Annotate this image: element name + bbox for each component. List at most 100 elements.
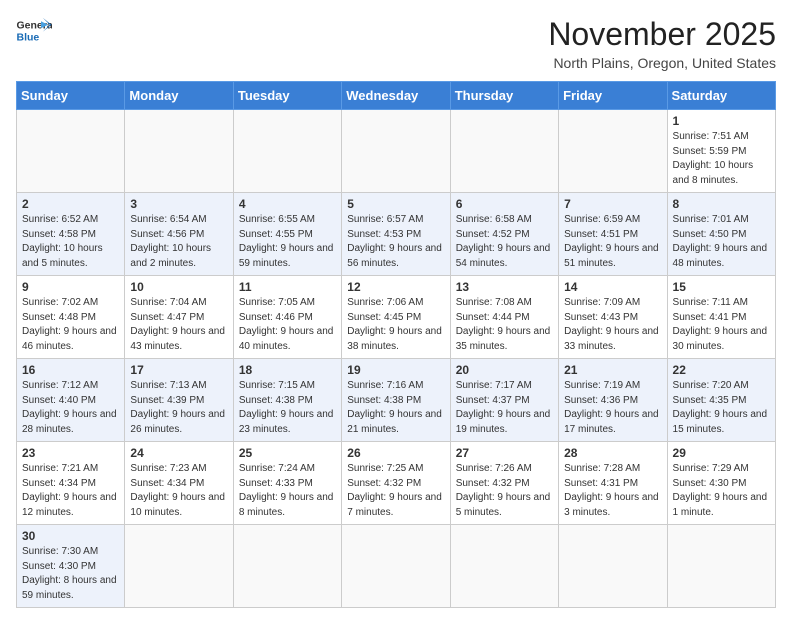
day-info: Sunrise: 7:28 AMSunset: 4:31 PMDaylight:…: [564, 462, 661, 520]
calendar-empty-cell: [559, 525, 667, 608]
calendar-empty-cell: [125, 525, 233, 608]
day-number: 3: [130, 197, 227, 211]
calendar-week-row: 23Sunrise: 7:21 AMSunset: 4:34 PMDayligh…: [17, 442, 776, 525]
day-number: 2: [22, 197, 119, 211]
calendar-day-6: 6 Sunrise: 6:58 AMSunset: 4:52 PMDaylight…: [450, 193, 558, 276]
calendar-day-28: 28 Sunrise: 7:28 AMSunset: 4:31 PMDayligh…: [559, 442, 667, 525]
calendar-day-7: 7 Sunrise: 6:59 AMSunset: 4:51 PMDaylight…: [559, 193, 667, 276]
day-number: 25: [239, 446, 336, 460]
calendar-day-29: 29Sunrise: 7:29 AMSunset: 4:30 PMDayligh…: [667, 442, 775, 525]
day-number: 16: [22, 363, 119, 377]
calendar-day-26: 26 Sunrise: 7:25 AMSunset: 4:32 PMDayligh…: [342, 442, 450, 525]
day-number: 17: [130, 363, 227, 377]
day-number: 5: [347, 197, 444, 211]
calendar-week-row: 2 Sunrise: 6:52 AMSunset: 4:58 PMDaylight…: [17, 193, 776, 276]
day-info: Sunrise: 6:55 AMSunset: 4:55 PMDaylight:…: [239, 213, 336, 271]
calendar-day-8: 8 Sunrise: 7:01 AMSunset: 4:50 PMDaylight…: [667, 193, 775, 276]
day-info: Sunrise: 6:59 AMSunset: 4:51 PMDaylight:…: [564, 213, 661, 271]
weekday-header-wednesday: Wednesday: [342, 82, 450, 110]
calendar-day-11: 11 Sunrise: 7:05 AMSunset: 4:46 PMDayligh…: [233, 276, 341, 359]
calendar-empty-cell: [233, 110, 341, 193]
weekday-header-friday: Friday: [559, 82, 667, 110]
day-info: Sunrise: 6:57 AMSunset: 4:53 PMDaylight:…: [347, 213, 444, 271]
calendar-day-23: 23Sunrise: 7:21 AMSunset: 4:34 PMDayligh…: [17, 442, 125, 525]
day-number: 27: [456, 446, 553, 460]
day-info: Sunrise: 7:17 AMSunset: 4:37 PMDaylight:…: [456, 379, 553, 437]
calendar-day-2: 2 Sunrise: 6:52 AMSunset: 4:58 PMDaylight…: [17, 193, 125, 276]
calendar-day-4: 4 Sunrise: 6:55 AMSunset: 4:55 PMDaylight…: [233, 193, 341, 276]
calendar-day-18: 18 Sunrise: 7:15 AMSunset: 4:38 PMDayligh…: [233, 359, 341, 442]
calendar-empty-cell: [233, 525, 341, 608]
day-number: 4: [239, 197, 336, 211]
calendar-day-16: 16 Sunrise: 7:12 AMSunset: 4:40 PMDayligh…: [17, 359, 125, 442]
day-info: Sunrise: 7:15 AMSunset: 4:38 PMDaylight:…: [239, 379, 336, 437]
day-info: Sunrise: 7:26 AMSunset: 4:32 PMDaylight:…: [456, 462, 553, 520]
day-info: Sunrise: 7:30 AMSunset: 4:30 PMDaylight:…: [22, 545, 119, 603]
calendar-day-14: 14Sunrise: 7:09 AMSunset: 4:43 PMDayligh…: [559, 276, 667, 359]
calendar-empty-cell: [559, 110, 667, 193]
day-number: 19: [347, 363, 444, 377]
calendar-day-21: 21Sunrise: 7:19 AMSunset: 4:36 PMDayligh…: [559, 359, 667, 442]
header: General Blue November 2025 North Plains,…: [16, 16, 776, 71]
day-info: Sunrise: 7:16 AMSunset: 4:38 PMDaylight:…: [347, 379, 444, 437]
weekday-header-saturday: Saturday: [667, 82, 775, 110]
calendar-week-row: 16 Sunrise: 7:12 AMSunset: 4:40 PMDayligh…: [17, 359, 776, 442]
calendar-table: SundayMondayTuesdayWednesdayThursdayFrid…: [16, 81, 776, 608]
day-number: 26: [347, 446, 444, 460]
day-info: Sunrise: 7:19 AMSunset: 4:36 PMDaylight:…: [564, 379, 661, 437]
day-number: 6: [456, 197, 553, 211]
calendar-day-5: 5 Sunrise: 6:57 AMSunset: 4:53 PMDaylight…: [342, 193, 450, 276]
logo: General Blue: [16, 16, 52, 44]
calendar-day-15: 15Sunrise: 7:11 AMSunset: 4:41 PMDayligh…: [667, 276, 775, 359]
location-title: North Plains, Oregon, United States: [548, 55, 776, 71]
calendar-empty-cell: [450, 110, 558, 193]
day-info: Sunrise: 7:09 AMSunset: 4:43 PMDaylight:…: [564, 296, 661, 354]
calendar-empty-cell: [450, 525, 558, 608]
day-number: 18: [239, 363, 336, 377]
calendar-day-25: 25Sunrise: 7:24 AMSunset: 4:33 PMDayligh…: [233, 442, 341, 525]
day-info: Sunrise: 7:23 AMSunset: 4:34 PMDaylight:…: [130, 462, 227, 520]
day-info: Sunrise: 7:20 AMSunset: 4:35 PMDaylight:…: [673, 379, 770, 437]
day-number: 10: [130, 280, 227, 294]
calendar-day-13: 13 Sunrise: 7:08 AMSunset: 4:44 PMDayligh…: [450, 276, 558, 359]
day-info: Sunrise: 7:29 AMSunset: 4:30 PMDaylight:…: [673, 462, 770, 520]
day-info: Sunrise: 7:25 AMSunset: 4:32 PMDaylight:…: [347, 462, 444, 520]
day-info: Sunrise: 7:04 AMSunset: 4:47 PMDaylight:…: [130, 296, 227, 354]
day-number: 1: [673, 114, 770, 128]
day-number: 28: [564, 446, 661, 460]
day-info: Sunrise: 7:12 AMSunset: 4:40 PMDaylight:…: [22, 379, 119, 437]
generalblue-logo-icon: General Blue: [16, 16, 52, 44]
day-number: 9: [22, 280, 119, 294]
day-info: Sunrise: 7:01 AMSunset: 4:50 PMDaylight:…: [673, 213, 770, 271]
day-number: 7: [564, 197, 661, 211]
calendar-week-row: 1Sunrise: 7:51 AMSunset: 5:59 PMDaylight…: [17, 110, 776, 193]
calendar-day-1: 1Sunrise: 7:51 AMSunset: 5:59 PMDaylight…: [667, 110, 775, 193]
calendar-day-19: 19 Sunrise: 7:16 AMSunset: 4:38 PMDayligh…: [342, 359, 450, 442]
day-info: Sunrise: 7:02 AMSunset: 4:48 PMDaylight:…: [22, 296, 119, 354]
day-number: 24: [130, 446, 227, 460]
weekday-header-monday: Monday: [125, 82, 233, 110]
day-number: 20: [456, 363, 553, 377]
weekday-header-thursday: Thursday: [450, 82, 558, 110]
calendar-day-12: 12Sunrise: 7:06 AMSunset: 4:45 PMDayligh…: [342, 276, 450, 359]
day-info: Sunrise: 6:58 AMSunset: 4:52 PMDaylight:…: [456, 213, 553, 271]
calendar-day-17: 17Sunrise: 7:13 AMSunset: 4:39 PMDayligh…: [125, 359, 233, 442]
day-number: 13: [456, 280, 553, 294]
calendar-empty-cell: [125, 110, 233, 193]
day-number: 15: [673, 280, 770, 294]
day-number: 11: [239, 280, 336, 294]
calendar-empty-cell: [17, 110, 125, 193]
day-info: Sunrise: 7:05 AMSunset: 4:46 PMDaylight:…: [239, 296, 336, 354]
day-number: 12: [347, 280, 444, 294]
svg-text:Blue: Blue: [17, 32, 40, 44]
calendar-week-row: 9 Sunrise: 7:02 AMSunset: 4:48 PMDaylight…: [17, 276, 776, 359]
day-info: Sunrise: 7:08 AMSunset: 4:44 PMDaylight:…: [456, 296, 553, 354]
day-number: 8: [673, 197, 770, 211]
weekday-header-row: SundayMondayTuesdayWednesdayThursdayFrid…: [17, 82, 776, 110]
title-area: November 2025 North Plains, Oregon, Unit…: [548, 16, 776, 71]
weekday-header-tuesday: Tuesday: [233, 82, 341, 110]
day-info: Sunrise: 6:52 AMSunset: 4:58 PMDaylight:…: [22, 213, 119, 271]
calendar-day-30: 30Sunrise: 7:30 AMSunset: 4:30 PMDayligh…: [17, 525, 125, 608]
day-info: Sunrise: 7:21 AMSunset: 4:34 PMDaylight:…: [22, 462, 119, 520]
day-number: 22: [673, 363, 770, 377]
